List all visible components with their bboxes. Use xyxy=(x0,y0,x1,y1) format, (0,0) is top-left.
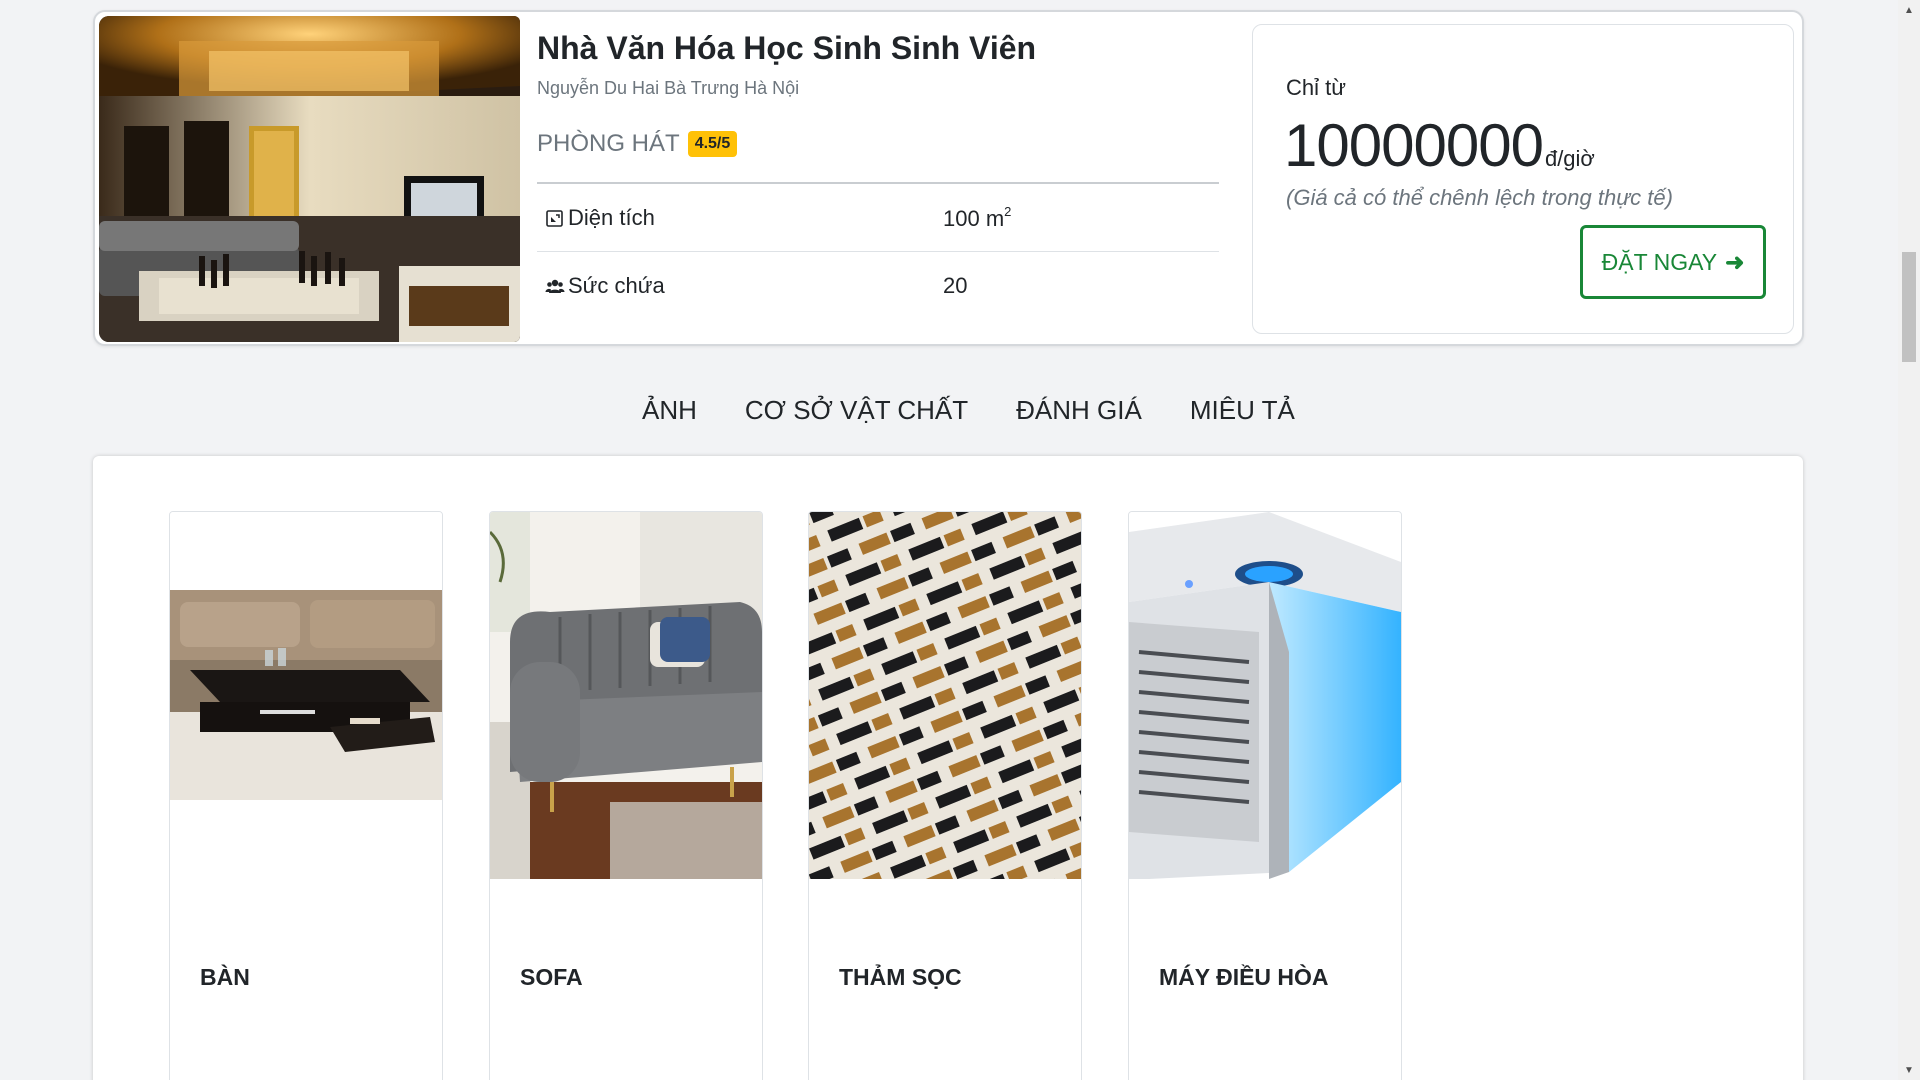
sofa-photo xyxy=(490,512,762,879)
page-scrollbar[interactable]: ▲ ▼ xyxy=(1898,0,1920,1080)
room-title: Nhà Văn Hóa Học Sinh Sinh Viên xyxy=(537,30,1037,66)
facility-name: BÀN xyxy=(200,964,250,990)
facility-card[interactable]: MÁY ĐIỀU HÒA xyxy=(1128,511,1402,1080)
room-address: Nguyễn Du Hai Bà Trưng Hà Nội xyxy=(537,78,800,98)
arrow-right-icon: ➜ xyxy=(1725,248,1745,275)
area-value: 100 m2 xyxy=(943,204,1011,232)
people-icon xyxy=(545,276,565,296)
price-line: 10000000đ/giờ xyxy=(1284,111,1595,180)
area-value-text: 100 m xyxy=(943,205,1005,231)
price-unit: đ/giờ xyxy=(1544,146,1595,171)
scroll-down-arrow-icon[interactable]: ▼ xyxy=(1898,1060,1920,1080)
scroll-up-arrow-icon[interactable]: ▲ xyxy=(1898,0,1920,20)
book-now-label: ĐẶT NGAY xyxy=(1601,248,1718,275)
section-tabs: ẢNH CƠ SỞ VẬT CHẤT ĐÁNH GIÁ MIÊU TẢ xyxy=(0,395,1920,435)
area-icon xyxy=(545,208,565,228)
price-amount: 10000000 xyxy=(1284,112,1544,179)
room-card: Nhà Văn Hóa Học Sinh Sinh Viên Nguyễn Du… xyxy=(93,10,1804,346)
spec-label-capacity: Sức chứa xyxy=(537,273,943,299)
book-now-button[interactable]: ĐẶT NGAY ➜ xyxy=(1580,225,1766,299)
page: Nhà Văn Hóa Học Sinh Sinh Viên Nguyễn Du… xyxy=(0,0,1920,1080)
room-type-label: PHÒNG HÁT xyxy=(537,130,680,157)
facility-card[interactable]: BÀN xyxy=(169,511,443,1080)
tab-photos[interactable]: ẢNH xyxy=(642,395,697,426)
price-note: (Giá cả có thể chênh lệch trong thực tế) xyxy=(1286,185,1673,210)
area-label: Diện tích xyxy=(568,204,655,230)
facility-card[interactable]: SOFA xyxy=(489,511,763,1080)
facilities-panel: BÀN SOFA THẢM SỌC MÁY ĐIỀU HÒA xyxy=(93,456,1803,1080)
area-unit-sup: 2 xyxy=(1004,203,1012,219)
room-info: Nhà Văn Hóa Học Sinh Sinh Viên Nguyễn Du… xyxy=(537,12,1219,344)
spec-row-area: Diện tích 100 m2 xyxy=(537,184,1219,252)
price-from-label: Chỉ từ xyxy=(1286,75,1346,100)
spec-row-capacity: Sức chứa 20 xyxy=(537,252,1219,320)
coffee-table-photo xyxy=(170,512,442,879)
air-cooler-photo xyxy=(1129,512,1401,879)
price-box: Chỉ từ 10000000đ/giờ (Giá cả có thể chên… xyxy=(1252,24,1794,334)
rating-badge: 4.5/5 xyxy=(687,131,738,157)
capacity-value: 20 xyxy=(943,273,968,298)
section-tabs-inner: ẢNH CƠ SỞ VẬT CHẤT ĐÁNH GIÁ MIÊU TẢ xyxy=(642,395,1295,426)
striped-rug-photo xyxy=(809,512,1081,879)
scroll-thumb[interactable] xyxy=(1902,252,1916,362)
spec-table: Diện tích 100 m2 Sức chứa 20 xyxy=(537,182,1219,320)
tab-reviews[interactable]: ĐÁNH GIÁ xyxy=(1016,395,1142,426)
room-photo[interactable] xyxy=(99,16,520,342)
facility-name: SOFA xyxy=(520,964,583,990)
facility-name: MÁY ĐIỀU HÒA xyxy=(1159,964,1329,990)
spec-label-area: Diện tích xyxy=(537,205,943,231)
tab-facilities[interactable]: CƠ SỞ VẬT CHẤT xyxy=(745,395,968,426)
tab-description[interactable]: MIÊU TẢ xyxy=(1190,395,1295,426)
room-type: PHÒNG HÁT 4.5/5 xyxy=(537,130,738,158)
capacity-label: Sức chứa xyxy=(568,273,665,298)
facility-card[interactable]: THẢM SỌC xyxy=(808,511,1082,1080)
facility-name: THẢM SỌC xyxy=(839,964,962,990)
